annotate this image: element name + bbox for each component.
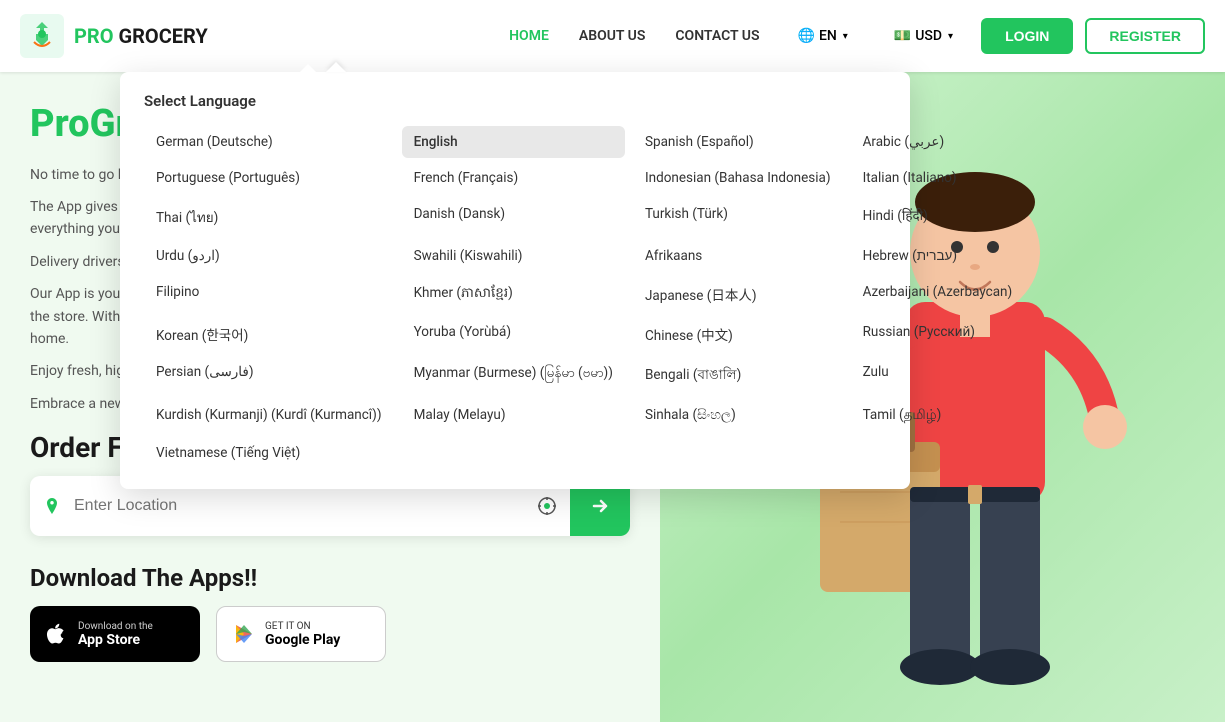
lang-filipino[interactable]: Filipino — [144, 276, 394, 312]
lang-persian[interactable]: Persian (فارسی) — [144, 356, 394, 395]
nav-contact[interactable]: CONTACT US — [675, 28, 759, 44]
language-dropdown-overlay: Select Language German (Deutsche) Englis… — [0, 72, 1225, 722]
header: PRO GROCERY HOME ABOUT US CONTACT US 🌐 E… — [0, 0, 1225, 72]
lang-azerbaijani[interactable]: Azerbaijani (Azerbaycan) — [851, 276, 1025, 312]
lang-spanish[interactable]: Spanish (Español) — [633, 126, 843, 158]
lang-hindi[interactable]: Hindi (हिंदी) — [851, 198, 1025, 236]
dropdown-caret-up — [326, 62, 346, 72]
lang-yoruba[interactable]: Yoruba (Yorùbá) — [402, 316, 625, 352]
lang-tamil[interactable]: Tamil (தமிழ்) — [851, 399, 1025, 433]
nav-home[interactable]: HOME — [509, 28, 549, 44]
main-nav: HOME ABOUT US CONTACT US 🌐 EN ▾ 💵 USD ▾ — [509, 24, 961, 48]
lang-english[interactable]: English — [402, 126, 625, 158]
lang-sinhala[interactable]: Sinhala (සිංහල) — [633, 399, 843, 433]
header-actions: LOGIN REGISTER — [981, 18, 1205, 54]
lang-chevron-icon: ▾ — [843, 31, 848, 42]
register-button[interactable]: REGISTER — [1085, 18, 1205, 54]
currency-code: USD — [915, 28, 942, 44]
lang-japanese[interactable]: Japanese (日本人) — [633, 276, 843, 312]
language-dropdown: Select Language German (Deutsche) Englis… — [120, 72, 910, 489]
lang-kurdish[interactable]: Kurdish (Kurmanji) (Kurdî (Kurmancî)) — [144, 399, 394, 433]
lang-myanmar[interactable]: Myanmar (Burmese) (မြန်မာ (ဗမာ)) — [402, 356, 625, 395]
language-grid: German (Deutsche) English Spanish (Españ… — [144, 126, 886, 469]
lang-bengali[interactable]: Bengali (বাঙালি) — [633, 356, 843, 395]
language-selector[interactable]: 🌐 EN ▾ — [790, 24, 856, 48]
language-code: EN — [819, 28, 837, 44]
lang-french[interactable]: French (Français) — [402, 162, 625, 194]
currency-flag-icon: 💵 — [894, 28, 911, 44]
lang-german[interactable]: German (Deutsche) — [144, 126, 394, 158]
login-button[interactable]: LOGIN — [981, 18, 1073, 54]
lang-vietnamese[interactable]: Vietnamese (Tiếng Việt) — [144, 437, 394, 469]
language-dropdown-title: Select Language — [144, 92, 886, 110]
globe-icon: 🌐 — [798, 28, 815, 44]
lang-portuguese[interactable]: Portuguese (Português) — [144, 162, 394, 194]
nav-about[interactable]: ABOUT US — [579, 28, 646, 44]
lang-danish[interactable]: Danish (Dansk) — [402, 198, 625, 236]
lang-turkish[interactable]: Turkish (Türk) — [633, 198, 843, 236]
lang-korean[interactable]: Korean (한국어) — [144, 316, 394, 352]
lang-russian[interactable]: Russian (Русский) — [851, 316, 1025, 352]
currency-selector[interactable]: 💵 USD ▾ — [886, 24, 961, 48]
lang-chinese[interactable]: Chinese (中文) — [633, 316, 843, 352]
lang-hebrew[interactable]: Hebrew (עברית) — [851, 240, 1025, 272]
logo-text: PRO GROCERY — [74, 24, 208, 48]
lang-zulu[interactable]: Zulu — [851, 356, 1025, 395]
lang-khmer[interactable]: Khmer (ភាសាខ្មែរ) — [402, 276, 625, 312]
lang-afrikaans[interactable]: Afrikaans — [633, 240, 843, 272]
logo-area: PRO GROCERY — [20, 14, 509, 58]
lang-malay[interactable]: Malay (Melayu) — [402, 399, 625, 433]
lang-arabic[interactable]: Arabic (عربي) — [851, 126, 1025, 158]
lang-swahili[interactable]: Swahili (Kiswahili) — [402, 240, 625, 272]
currency-chevron-icon: ▾ — [948, 31, 953, 42]
lang-indonesian[interactable]: Indonesian (Bahasa Indonesia) — [633, 162, 843, 194]
lang-urdu[interactable]: Urdu (اردو) — [144, 240, 394, 272]
lang-italian[interactable]: Italian (Italiano) — [851, 162, 1025, 194]
logo-icon — [20, 14, 64, 58]
lang-thai[interactable]: Thai (ไทย) — [144, 198, 394, 236]
